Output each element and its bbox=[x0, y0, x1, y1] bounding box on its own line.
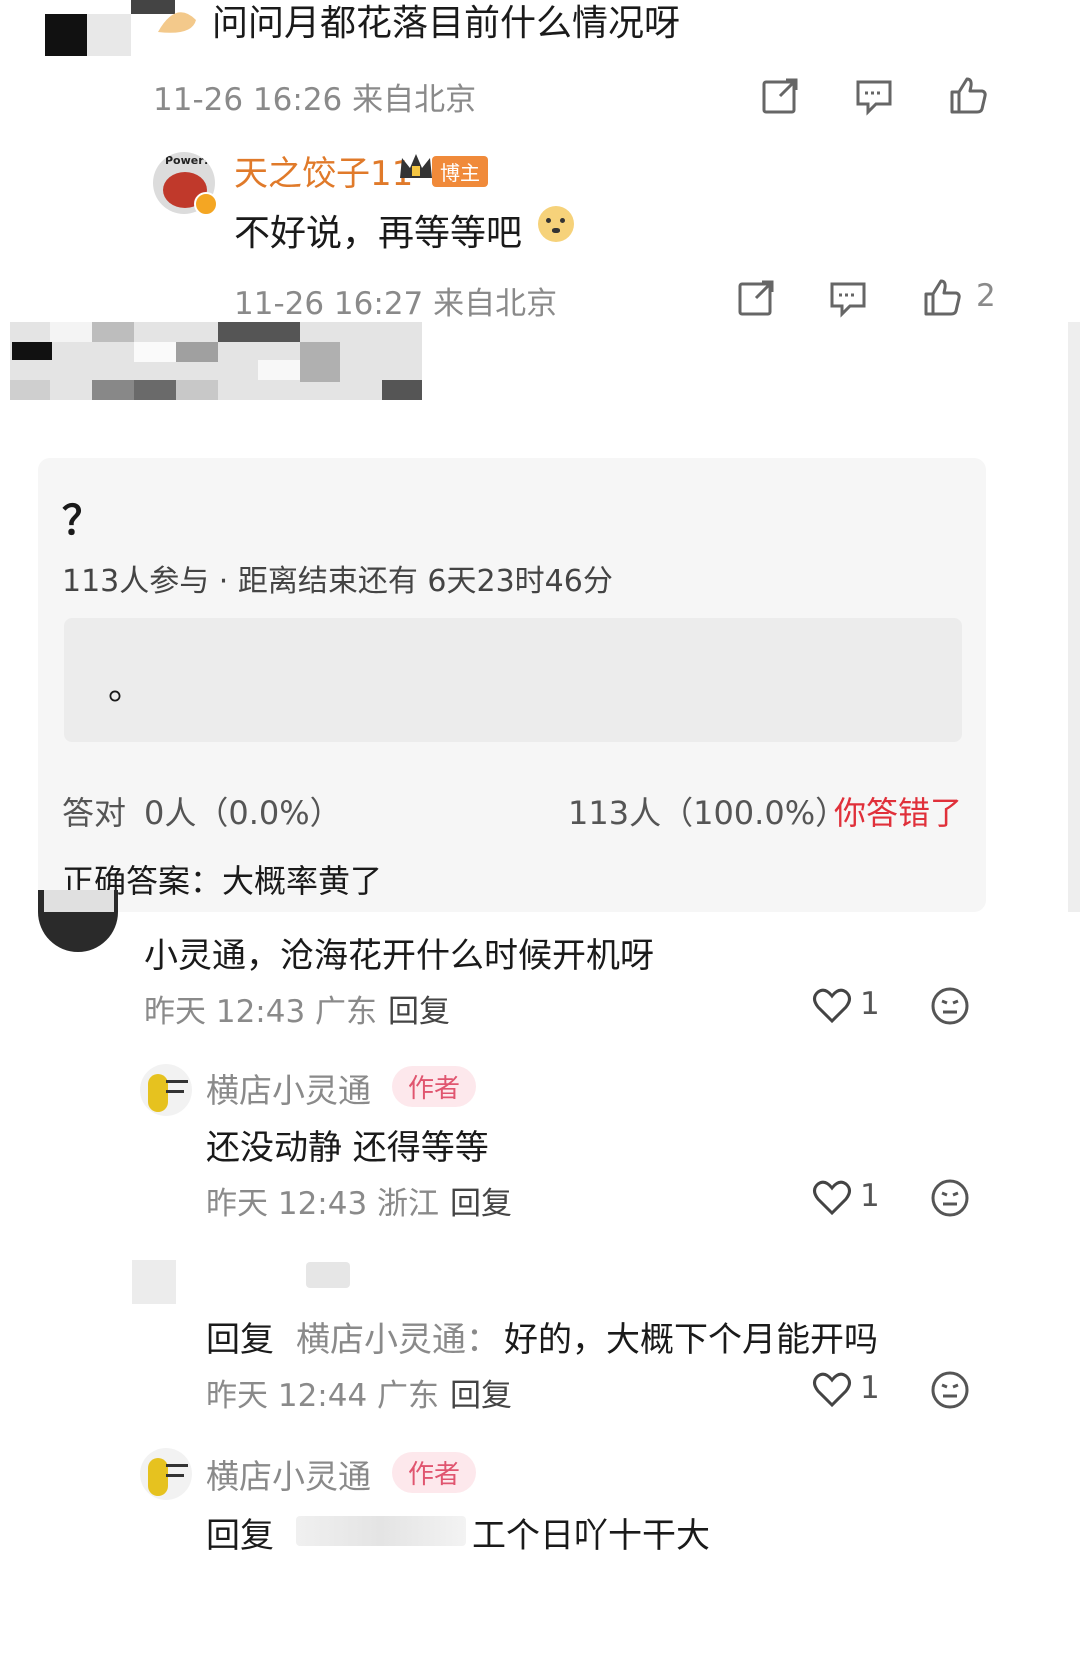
face-icon bbox=[931, 1371, 969, 1409]
blurred-avatar-top bbox=[45, 0, 175, 56]
reply-button[interactable]: 回复 bbox=[388, 986, 450, 1031]
author-tag: 作者 bbox=[392, 1066, 477, 1107]
reply-button[interactable]: 回复 bbox=[450, 1370, 512, 1415]
comment-like-button[interactable] bbox=[810, 1368, 854, 1412]
share-icon bbox=[762, 78, 798, 114]
comment-time: 昨天 12:43 浙江 bbox=[206, 1186, 440, 1222]
heart-icon bbox=[813, 1372, 851, 1408]
comment-text: 还没动静 还得等等 bbox=[206, 1128, 489, 1168]
author-avatar[interactable] bbox=[140, 1064, 192, 1116]
verified-badge-icon bbox=[194, 192, 218, 216]
face-icon bbox=[931, 987, 969, 1025]
answer-meta: 11-26 16:27 来自北京 bbox=[234, 286, 558, 322]
pixelated-region bbox=[10, 322, 422, 400]
author-name[interactable]: 天之饺子11 bbox=[234, 146, 413, 195]
comment-text: 好的，大概下个月能开吗 bbox=[504, 1320, 878, 1360]
comment-like-count: 1 bbox=[860, 986, 880, 1022]
quiz-wrong-stats: 113人（100.0%） bbox=[568, 794, 848, 832]
quiz-stats: 113人参与 · 距离结束还有 6天23时46分 bbox=[62, 564, 613, 599]
reply-prefix: 回复 bbox=[206, 1516, 274, 1556]
thumb-up-icon bbox=[950, 77, 987, 114]
author-tag: 作者 bbox=[392, 1452, 477, 1493]
comment-like-count: 1 bbox=[860, 1178, 880, 1214]
comment-button[interactable] bbox=[852, 74, 896, 118]
comment-like-button[interactable] bbox=[810, 1176, 854, 1220]
quiz-correct-label: 答对 bbox=[62, 794, 127, 832]
author-name[interactable]: 横店小灵通 bbox=[206, 1450, 371, 1498]
quiz-card: ？ 113人参与 · 距离结束还有 6天23时46分 。 答对 0人（0.0%）… bbox=[38, 458, 986, 912]
heart-icon bbox=[813, 988, 851, 1024]
author-avatar[interactable] bbox=[140, 1448, 192, 1500]
quiz-option[interactable]: 。 bbox=[64, 618, 962, 742]
crown-icon bbox=[398, 152, 434, 182]
reply-button[interactable]: 回复 bbox=[450, 1178, 512, 1223]
quiz-option-label: 。 bbox=[108, 667, 145, 708]
blurred-avatar[interactable] bbox=[132, 1260, 176, 1304]
comment-time: 昨天 12:43 广东 bbox=[144, 994, 378, 1030]
comment-like-button[interactable] bbox=[810, 984, 854, 1028]
comment-icon bbox=[830, 282, 866, 318]
like-button[interactable] bbox=[946, 74, 990, 118]
question-meta: 11-26 16:26 来自北京 bbox=[153, 82, 477, 118]
thumb-up-icon bbox=[924, 279, 961, 316]
comment-text: 小灵通，沧海花开什么时候开机呀 bbox=[144, 936, 654, 976]
answer-like-button[interactable] bbox=[920, 276, 964, 320]
comment-icon bbox=[856, 80, 892, 116]
answer-share-button[interactable] bbox=[734, 276, 778, 320]
question-text: 问问月都花落目前什么情况呀 bbox=[212, 3, 681, 44]
reply-target[interactable]: 横店小灵通： bbox=[296, 1312, 500, 1361]
emoji-react-button[interactable] bbox=[928, 1368, 972, 1412]
share-icon bbox=[738, 280, 774, 316]
answer-comment-button[interactable] bbox=[826, 276, 870, 320]
quiz-wrong-label: 你答错了 bbox=[834, 794, 963, 832]
author-name[interactable]: 横店小灵通 bbox=[206, 1064, 371, 1112]
dumpling-icon bbox=[156, 6, 198, 40]
answer-like-count: 2 bbox=[976, 278, 996, 314]
share-button[interactable] bbox=[758, 74, 802, 118]
blurred-username bbox=[306, 1262, 350, 1288]
comment-text-cutoff: 工个日吖十干大 bbox=[472, 1516, 710, 1556]
emoji-react-button[interactable] bbox=[928, 1176, 972, 1220]
blurred-reply-target bbox=[296, 1516, 466, 1546]
quiz-title: ？ bbox=[62, 498, 102, 544]
face-icon bbox=[931, 1179, 969, 1217]
comment-time: 昨天 12:44 广东 bbox=[206, 1378, 440, 1414]
blogger-badge: 博主 bbox=[432, 156, 488, 187]
emoji-react-button[interactable] bbox=[928, 984, 972, 1028]
comment-like-count: 1 bbox=[860, 1370, 880, 1406]
answer-text: 不好说，再等等吧 bbox=[234, 213, 523, 254]
doge-emoji-icon bbox=[538, 206, 574, 242]
commenter-avatar[interactable] bbox=[38, 890, 118, 952]
reply-prefix: 回复 bbox=[206, 1320, 274, 1360]
heart-icon bbox=[813, 1180, 851, 1216]
quiz-correct-stats: 0人（0.0%） bbox=[144, 794, 342, 832]
